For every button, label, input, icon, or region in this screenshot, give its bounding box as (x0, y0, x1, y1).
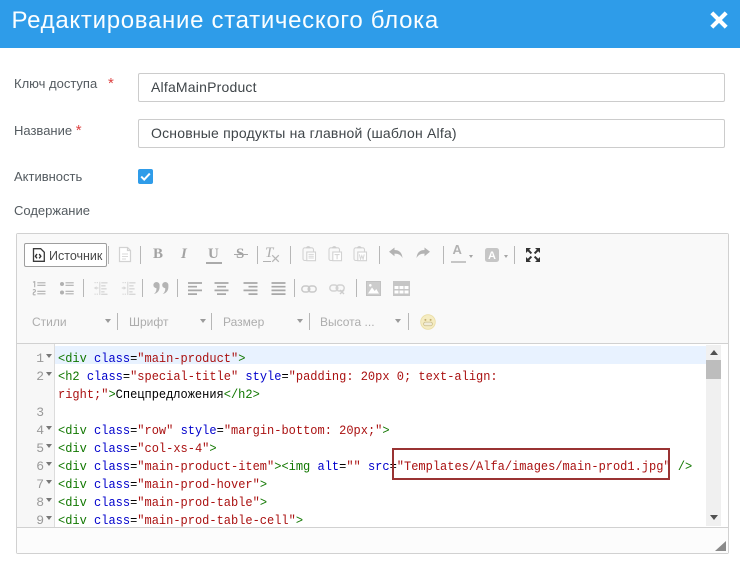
svg-text:A: A (488, 250, 496, 262)
